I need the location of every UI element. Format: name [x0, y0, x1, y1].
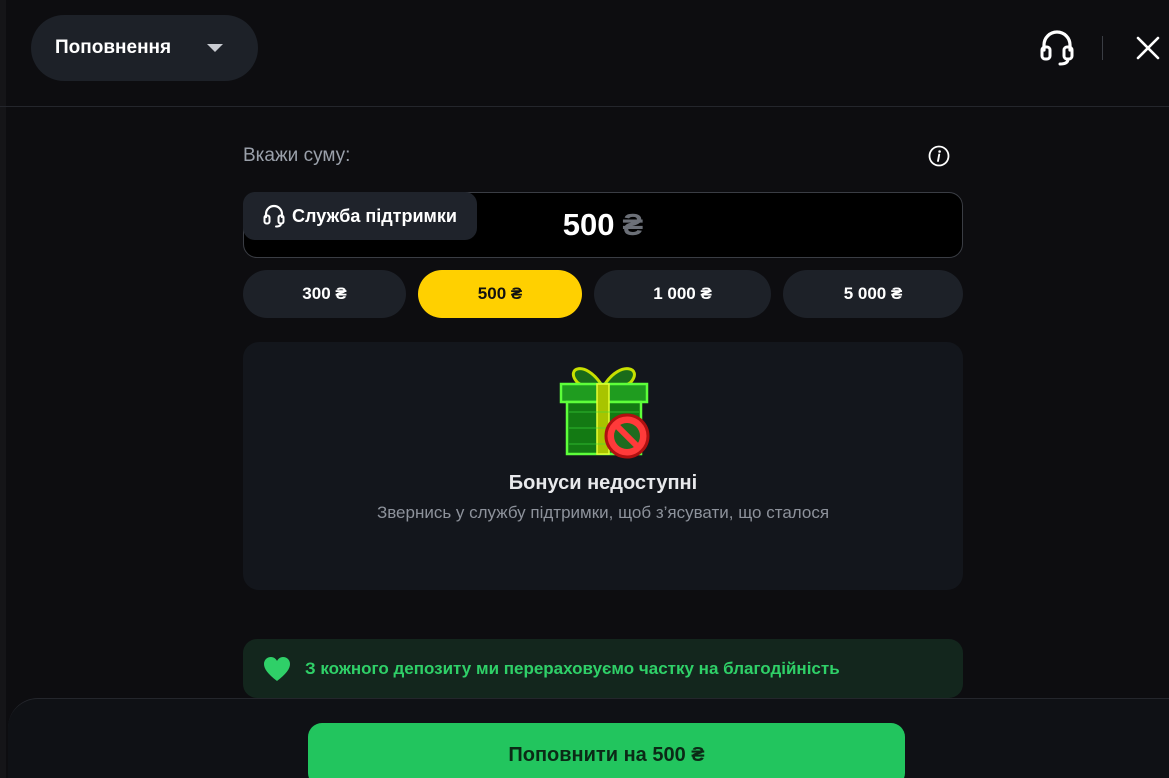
bonus-card: Бонуси недоступні Звернись у службу підт…: [243, 342, 963, 590]
support-button[interactable]: Служба підтримки: [243, 192, 477, 240]
preset-300-button[interactable]: 300 ₴: [243, 270, 406, 318]
preset-1000-button[interactable]: 1 000 ₴: [594, 270, 771, 318]
headset-icon[interactable]: [1040, 30, 1074, 66]
charity-text: З кожного депозиту ми перераховуємо част…: [305, 658, 840, 678]
currency-symbol: ₴: [622, 207, 644, 242]
charity-banner: З кожного депозиту ми перераховуємо част…: [243, 639, 963, 698]
modal-header: Поповнення: [0, 0, 1169, 107]
deposit-modal: Поповнення Вкажи суму: 500 ₴ 300 ₴ 500 ₴…: [0, 0, 1169, 778]
amount-value: 500: [562, 207, 615, 242]
headset-icon: [263, 204, 285, 228]
deposit-button[interactable]: Поповнити на 500 ₴: [308, 723, 905, 778]
support-button-label: Служба підтримки: [292, 205, 457, 226]
heart-icon: [264, 656, 290, 681]
info-icon[interactable]: [928, 145, 950, 167]
chevron-down-icon: [207, 44, 223, 52]
bonus-subtitle: Звернись у службу підтримки, щоб з’ясува…: [376, 503, 830, 522]
gift-icon: [559, 367, 650, 459]
preset-5000-button[interactable]: 5 000 ₴: [783, 270, 963, 318]
close-icon[interactable]: [1136, 36, 1160, 60]
header-divider: [1102, 36, 1103, 60]
bonus-title: Бонуси недоступні: [508, 472, 698, 494]
payment-method-label: Поповнення: [55, 37, 172, 58]
payment-method-dropdown[interactable]: Поповнення: [31, 15, 258, 81]
background-edge: [0, 0, 6, 778]
preset-500-button[interactable]: 500 ₴: [418, 270, 582, 318]
amount-label: Вкажи суму:: [243, 145, 351, 166]
